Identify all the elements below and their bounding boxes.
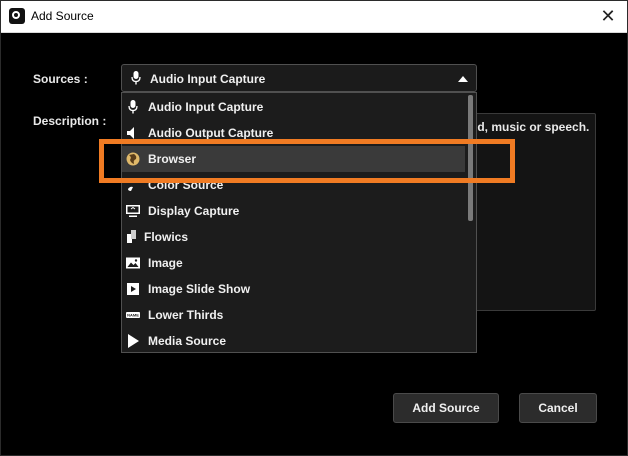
list-item-label: Display Capture (148, 204, 240, 218)
list-item-image-slide-show[interactable]: Image Slide Show (122, 276, 465, 302)
combobox-selected-value: Audio Input Capture (150, 72, 266, 86)
description-text: nd, music or speech. (470, 120, 590, 134)
dropdown-scrollbar[interactable] (467, 93, 476, 352)
add-source-button[interactable]: Add Source (393, 393, 499, 423)
list-item-label: Image (148, 256, 183, 270)
play-icon (128, 334, 139, 348)
title-bar: Add Source ✕ (1, 1, 627, 33)
cancel-button[interactable]: Cancel (519, 393, 597, 423)
monitor-icon (126, 205, 140, 217)
sources-dropdown-list: Audio Input Capture Audio Output Capture… (121, 92, 477, 353)
sources-combobox[interactable]: Audio Input Capture (121, 64, 477, 92)
browser-highlight-annotation (99, 139, 515, 183)
list-item-label: Image Slide Show (148, 282, 251, 296)
close-icon[interactable]: ✕ (595, 3, 621, 29)
add-source-dialog: Add Source ✕ Sources : Description : nd,… (0, 0, 628, 456)
window-title: Add Source (31, 9, 94, 23)
list-item-label: Flowics (144, 230, 189, 244)
list-item-image[interactable]: Image (122, 250, 465, 276)
list-item-audio-input-capture[interactable]: Audio Input Capture (122, 94, 465, 120)
list-item-label: Audio Input Capture (148, 100, 264, 114)
app-logo-icon (9, 8, 25, 24)
image-icon (126, 257, 140, 269)
chevron-up-icon[interactable] (458, 76, 468, 82)
svg-text:NAME: NAME (127, 313, 139, 318)
list-item-display-capture[interactable]: Display Capture (122, 198, 465, 224)
list-item-lower-thirds[interactable]: NAME Lower Thirds (122, 302, 465, 328)
list-item-label: Lower Thirds (148, 308, 224, 322)
list-item-label: Audio Output Capture (148, 126, 274, 140)
list-item-label: Media Source (148, 334, 227, 348)
microphone-icon (131, 71, 141, 85)
list-item-media-source[interactable]: Media Source (122, 328, 465, 352)
description-label: Description : (33, 114, 107, 128)
name-tag-icon: NAME (126, 312, 140, 318)
slideshow-icon (127, 283, 139, 295)
flowics-icon (127, 230, 136, 243)
sources-label: Sources : (33, 72, 88, 86)
list-item-flowics[interactable]: Flowics (122, 224, 465, 250)
microphone-icon (128, 100, 138, 114)
